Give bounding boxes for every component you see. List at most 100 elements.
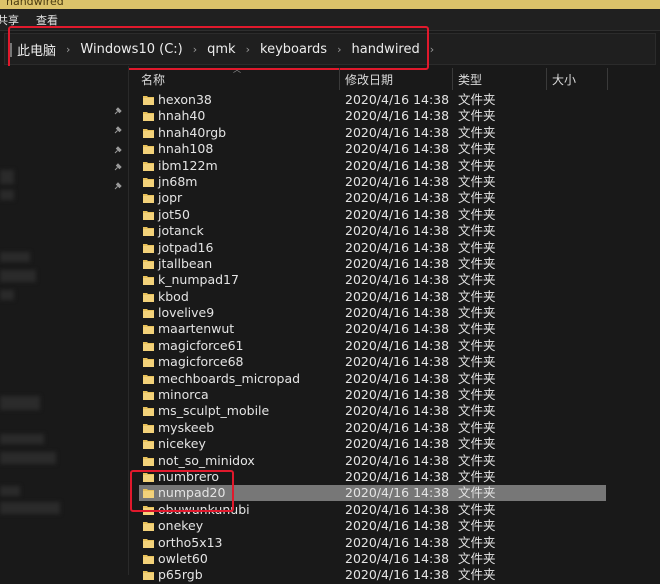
sort-caret-icon: ︿ [233,65,241,74]
file-row[interactable]: magicforce61 2020/4/16 14:38 文件夹 [129,338,660,354]
column-header-name[interactable]: 名称 [141,71,165,88]
file-name[interactable]: k_numpad17 [158,272,239,288]
file-name[interactable]: kbod [158,289,189,305]
file-name[interactable]: jotanck [158,223,204,239]
column-header-size[interactable]: 大小 [552,71,576,88]
file-name[interactable]: myskeeb [158,420,214,436]
file-row[interactable]: hnah108 2020/4/16 14:38 文件夹 [129,141,660,157]
pin-icon[interactable] [114,160,122,171]
file-row[interactable]: jopr 2020/4/16 14:38 文件夹 [129,190,660,206]
file-row[interactable]: ortho5x13 2020/4/16 14:38 文件夹 [129,535,660,551]
file-row[interactable]: k_numpad17 2020/4/16 14:38 文件夹 [129,272,660,288]
file-modified-date: 2020/4/16 14:38 [345,108,450,124]
file-row[interactable]: jot50 2020/4/16 14:38 文件夹 [129,207,660,223]
file-name[interactable]: ibm122m [158,158,218,174]
file-name[interactable]: hnah40rgb [158,125,226,141]
file-name[interactable]: minorca [158,387,209,403]
file-name[interactable]: ortho5x13 [158,535,223,551]
file-name[interactable]: hexon38 [158,92,212,108]
file-row[interactable]: kbod 2020/4/16 14:38 文件夹 [129,289,660,305]
file-row[interactable]: magicforce68 2020/4/16 14:38 文件夹 [129,354,660,370]
file-modified-date: 2020/4/16 14:38 [345,206,450,222]
file-row[interactable]: not_so_minidox 2020/4/16 14:38 文件夹 [129,453,660,469]
file-type: 文件夹 [458,141,496,157]
folder-icon [143,570,154,581]
file-row[interactable]: onekey 2020/4/16 14:38 文件夹 [129,518,660,534]
column-header-modified[interactable]: 修改日期 [345,71,393,88]
file-modified-date: 2020/4/16 14:38 [345,190,450,206]
file-type: 文件夹 [458,239,496,255]
file-name[interactable]: nicekey [158,436,206,452]
file-row[interactable]: ibm122m 2020/4/16 14:38 文件夹 [129,158,660,174]
file-modified-date: 2020/4/16 14:38 [345,468,450,484]
file-name[interactable]: jot50 [158,207,190,223]
file-name[interactable]: owlet60 [158,551,208,567]
file-name[interactable]: ms_sculpt_mobile [158,403,269,419]
column-divider[interactable] [546,68,547,90]
file-modified-date: 2020/4/16 14:38 [345,157,450,173]
file-modified-date: 2020/4/16 14:38 [345,370,450,386]
file-name[interactable]: jn68m [158,174,197,190]
file-type: 文件夹 [458,567,496,583]
blurred-nav-item [0,486,20,496]
pin-icon[interactable] [114,104,122,115]
file-type: 文件夹 [458,452,496,468]
file-row[interactable]: hnah40rgb 2020/4/16 14:38 文件夹 [129,125,660,141]
file-name[interactable]: mechboards_micropad [158,371,300,387]
file-modified-date: 2020/4/16 14:38 [345,501,450,517]
file-modified-date: 2020/4/16 14:38 [345,485,450,501]
file-type: 文件夹 [458,468,496,484]
blurred-nav-item [0,170,14,184]
file-modified-date: 2020/4/16 14:38 [345,239,450,255]
column-divider[interactable] [339,68,340,90]
file-row[interactable]: maartenwut 2020/4/16 14:38 文件夹 [129,321,660,337]
file-row[interactable]: jotanck 2020/4/16 14:38 文件夹 [129,223,660,239]
column-divider[interactable] [607,68,608,90]
folder-icon [143,439,154,450]
file-row[interactable]: mechboards_micropad 2020/4/16 14:38 文件夹 [129,371,660,387]
file-modified-date: 2020/4/16 14:38 [345,223,450,239]
blurred-nav-item [0,290,14,300]
file-name[interactable]: lovelive9 [158,305,214,321]
file-type: 文件夹 [458,124,496,140]
pin-icon[interactable] [114,179,122,190]
folder-icon [143,554,154,564]
breadcrumb-chevron-icon[interactable]: › [430,43,434,56]
file-name[interactable]: p65rgb [158,567,203,583]
folder-icon [143,357,154,368]
file-row[interactable]: hnah40 2020/4/16 14:38 文件夹 [129,108,660,124]
file-row[interactable]: ms_sculpt_mobile 2020/4/16 14:38 文件夹 [129,403,660,419]
window-title-bar: handwired [0,0,660,9]
file-row[interactable]: p65rgb 2020/4/16 14:38 文件夹 [129,567,660,583]
file-row[interactable]: hexon38 2020/4/16 14:38 文件夹 [129,92,660,108]
file-name[interactable]: magicforce68 [158,354,244,370]
file-row[interactable]: lovelive9 2020/4/16 14:38 文件夹 [129,305,660,321]
pin-icon[interactable] [114,123,122,134]
folder-icon [143,406,154,417]
file-row[interactable]: minorca 2020/4/16 14:38 文件夹 [129,387,660,403]
file-row[interactable]: jotpad16 2020/4/16 14:38 文件夹 [129,240,660,256]
file-modified-date: 2020/4/16 14:38 [345,419,450,435]
file-type: 文件夹 [458,550,496,566]
file-modified-date: 2020/4/16 14:38 [345,518,450,534]
file-row[interactable]: jtallbean 2020/4/16 14:38 文件夹 [129,256,660,272]
file-row[interactable]: nicekey 2020/4/16 14:38 文件夹 [129,436,660,452]
file-name[interactable]: magicforce61 [158,338,244,354]
file-row[interactable]: myskeeb 2020/4/16 14:38 文件夹 [129,420,660,436]
file-row[interactable]: owlet60 2020/4/16 14:38 文件夹 [129,551,660,567]
file-row[interactable]: jn68m 2020/4/16 14:38 文件夹 [129,174,660,190]
file-name[interactable]: maartenwut [158,321,234,337]
navigation-pane[interactable] [0,66,128,575]
file-name[interactable]: jotpad16 [158,240,213,256]
column-header-type[interactable]: 类型 [458,71,482,88]
file-type: 文件夹 [458,485,496,501]
file-name[interactable]: onekey [158,518,203,534]
file-name[interactable]: hnah40 [158,108,205,124]
file-name[interactable]: jtallbean [158,256,212,272]
pin-icon[interactable] [114,143,122,154]
file-name[interactable]: hnah108 [158,141,213,157]
file-name[interactable]: not_so_minidox [158,453,255,469]
column-divider[interactable] [452,68,453,90]
file-modified-date: 2020/4/16 14:38 [345,321,450,337]
file-name[interactable]: jopr [158,190,182,206]
